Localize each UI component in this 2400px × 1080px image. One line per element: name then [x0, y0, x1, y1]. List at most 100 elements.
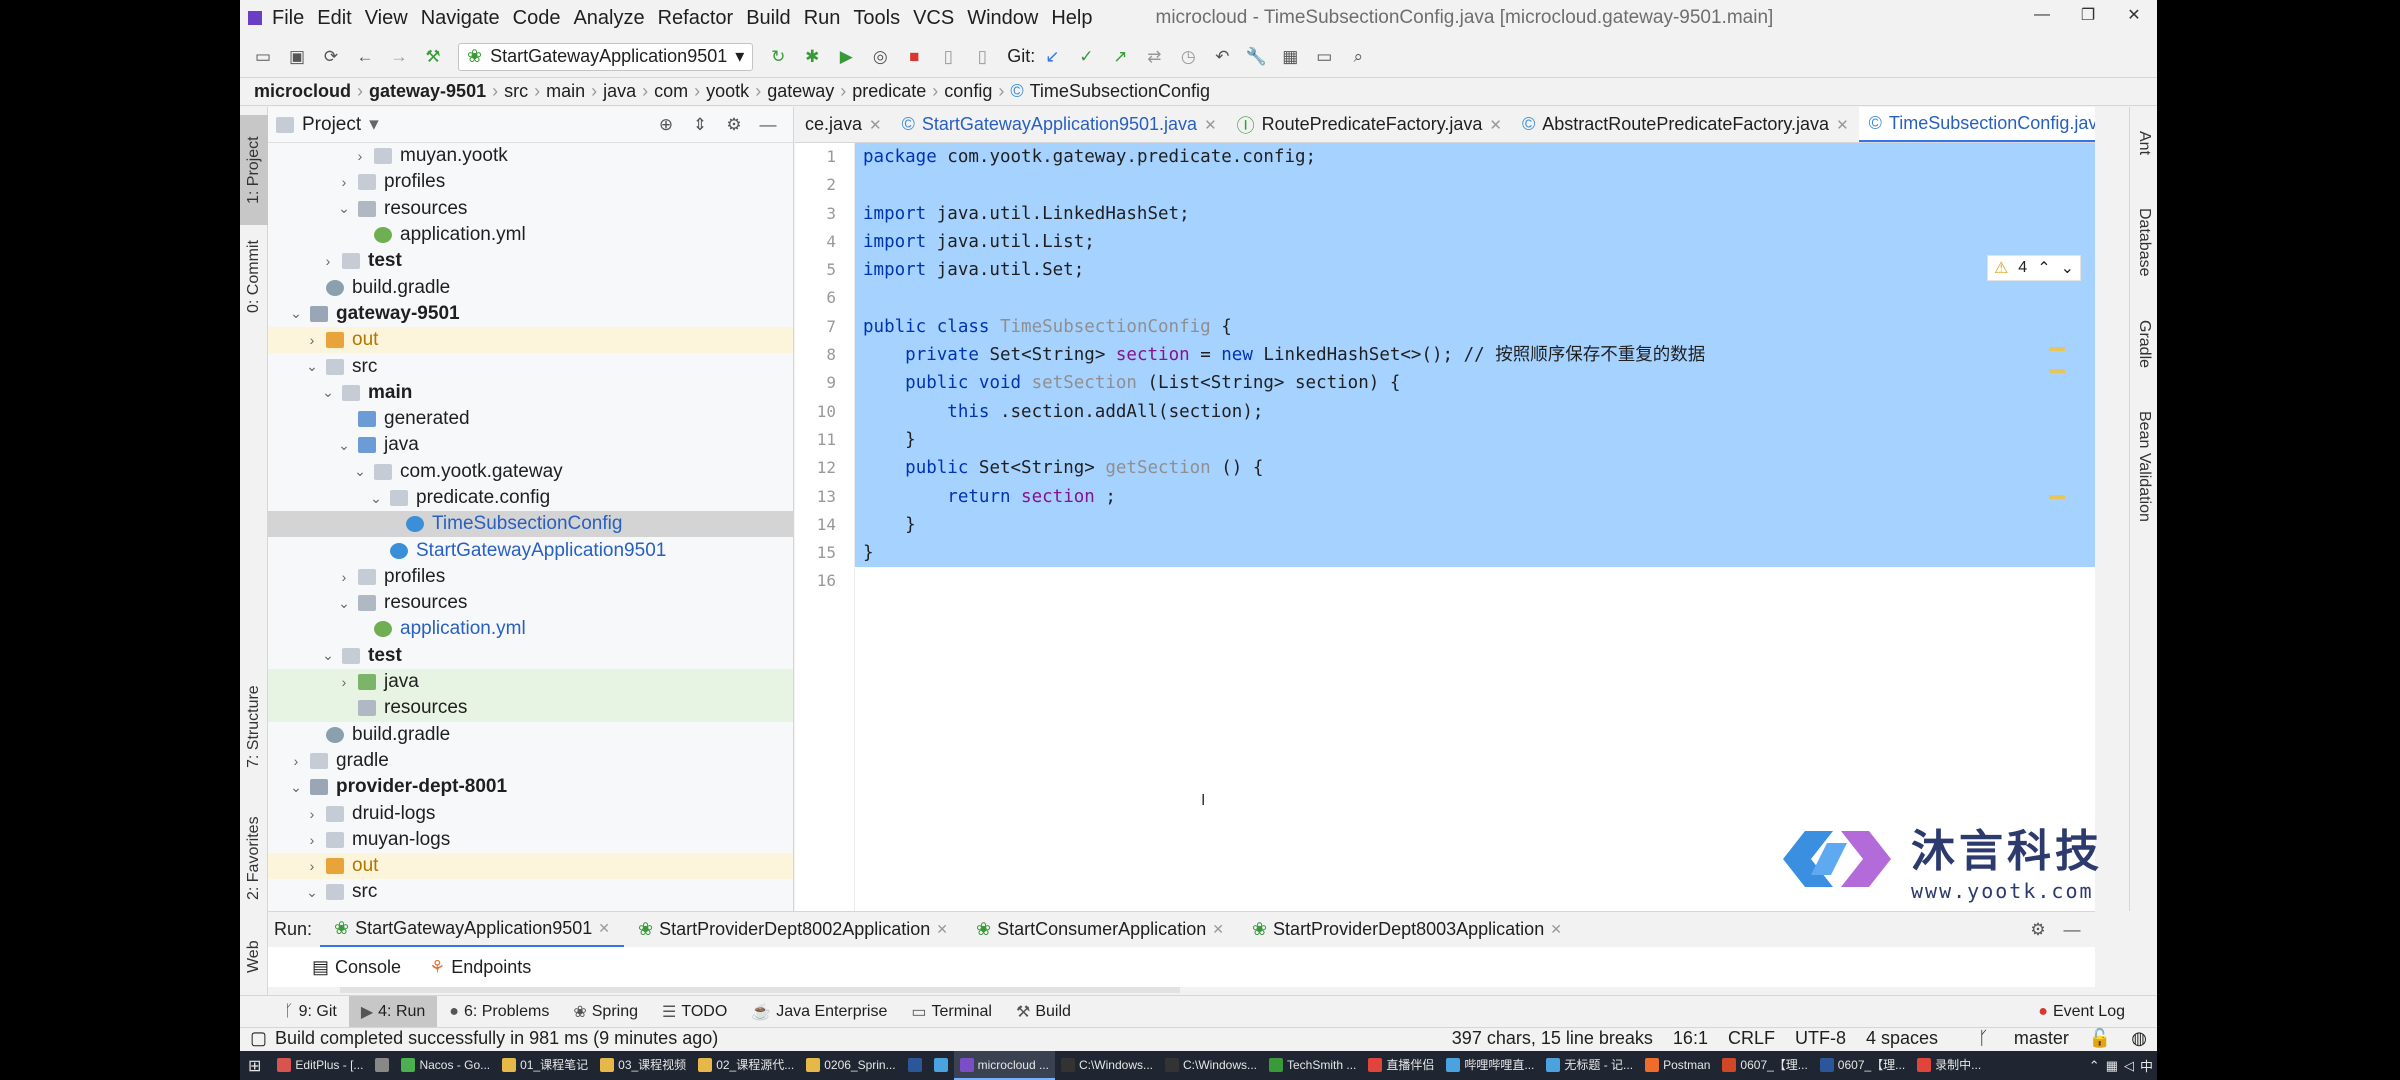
tree-row[interactable]: application.yml: [268, 616, 793, 642]
git-update-icon[interactable]: ↙: [1039, 44, 1065, 70]
breadcrumb-item[interactable]: microcloud: [254, 81, 351, 102]
chevron-right-icon[interactable]: ›: [320, 253, 336, 269]
close-icon[interactable]: ✕: [869, 116, 882, 134]
taskbar-app[interactable]: C:\Windows...: [1159, 1051, 1263, 1080]
chevron-down-icon[interactable]: ▾: [369, 113, 379, 136]
editor-tab[interactable]: © AbstractRoutePredicateFactory.java ✕: [1512, 107, 1859, 142]
menu-item-help[interactable]: Help: [1051, 7, 1092, 30]
git-compare-icon[interactable]: ⇄: [1141, 44, 1167, 70]
taskbar-app[interactable]: EditPlus - [...: [271, 1051, 369, 1080]
menu-item-refactor[interactable]: Refactor: [658, 7, 734, 30]
editor-tab[interactable]: Ⓘ RoutePredicateFactory.java ✕: [1227, 107, 1512, 142]
gear-icon[interactable]: ⚙: [2025, 917, 2051, 943]
run-configuration-select[interactable]: ❀ StartGatewayApplication9501 ▾: [458, 42, 754, 71]
lock-icon[interactable]: 🔓: [2089, 1028, 2111, 1049]
taskbar-app[interactable]: [902, 1051, 928, 1080]
tree-row[interactable]: › out: [268, 853, 793, 880]
settings-wrench-icon[interactable]: 🔧: [1243, 44, 1269, 70]
tool-window-button[interactable]: ᚴ 9: Git: [272, 996, 349, 1028]
tree-row[interactable]: › gradle: [268, 748, 793, 774]
line-separator[interactable]: CRLF: [1728, 1028, 1775, 1049]
menu-item-tools[interactable]: Tools: [853, 7, 900, 30]
tree-row[interactable]: › out: [268, 327, 793, 354]
editor-tab[interactable]: ce.java ✕: [795, 107, 892, 142]
tool-window-button[interactable]: ☕ Java Enterprise: [739, 996, 899, 1028]
chevron-right-icon[interactable]: ›: [304, 832, 320, 848]
tree-row[interactable]: resources: [268, 695, 793, 722]
chevron-down-icon[interactable]: ⌄: [368, 490, 384, 507]
tab-favorites[interactable]: 2: Favorites: [240, 803, 268, 913]
taskbar-app[interactable]: 03_课程视频: [594, 1051, 692, 1080]
breadcrumb-item[interactable]: gateway-9501: [369, 81, 486, 102]
breadcrumb-item[interactable]: predicate: [852, 81, 926, 102]
taskbar-app[interactable]: 直播伴侣: [1362, 1051, 1440, 1080]
taskbar-app[interactable]: microcloud ...: [953, 1051, 1055, 1080]
taskbar-app[interactable]: 02_课程源代...: [692, 1051, 800, 1080]
tree-row[interactable]: ⌄ resources: [268, 590, 793, 616]
chevron-right-icon[interactable]: ›: [288, 753, 304, 769]
stop-icon[interactable]: ■: [901, 44, 927, 70]
ime-icon[interactable]: 中: [2140, 1056, 2153, 1075]
tab-gradle[interactable]: Gradle: [2130, 299, 2157, 389]
maximize-icon[interactable]: ❐: [2065, 0, 2111, 30]
tree-row[interactable]: ⌄ provider-dept-8001: [268, 774, 793, 800]
git-push-icon[interactable]: ↗: [1107, 44, 1133, 70]
tree-row[interactable]: TimeSubsectionConfig: [268, 511, 793, 538]
chevron-right-icon[interactable]: ›: [336, 174, 352, 190]
menu-item-file[interactable]: File: [272, 7, 304, 30]
status-message[interactable]: Build completed successfully in 981 ms (…: [275, 1028, 718, 1049]
taskbar-app[interactable]: 0607_【理...: [1814, 1051, 1911, 1080]
code-area[interactable]: package com.yootk.gateway.predicate.conf…: [855, 143, 2095, 911]
tree-row[interactable]: generated: [268, 406, 793, 432]
chevron-down-icon[interactable]: ⌄: [288, 779, 304, 796]
tree-row[interactable]: › muyan.yootk: [268, 143, 793, 169]
warning-stripe[interactable]: [2049, 347, 2065, 351]
memory-icon[interactable]: ◍: [2131, 1028, 2147, 1049]
file-encoding[interactable]: UTF-8: [1795, 1028, 1846, 1049]
taskbar-app[interactable]: 哔哩哔哩直...: [1440, 1051, 1540, 1080]
menu-item-window[interactable]: Window: [967, 7, 1038, 30]
tree-row[interactable]: build.gradle: [268, 274, 793, 300]
close-icon[interactable]: ✕: [1204, 116, 1217, 134]
taskbar-app[interactable]: [369, 1051, 395, 1080]
menu-item-navigate[interactable]: Navigate: [421, 7, 500, 30]
git-rollback-icon[interactable]: ↶: [1209, 44, 1235, 70]
start-icon[interactable]: ⊞: [248, 1056, 261, 1076]
tree-row[interactable]: › test: [268, 248, 793, 274]
breadcrumb-item[interactable]: src: [504, 81, 528, 102]
sync-icon[interactable]: ⟳: [318, 44, 344, 70]
git-commit-icon[interactable]: ✓: [1073, 44, 1099, 70]
tool-window-button[interactable]: ❀ Spring: [561, 996, 650, 1028]
tree-row[interactable]: StartGatewayApplication9501: [268, 537, 793, 563]
taskbar-app[interactable]: 0206_Sprin...: [800, 1051, 901, 1080]
taskbar-app[interactable]: Nacos - Go...: [395, 1051, 496, 1080]
tree-row[interactable]: › java: [268, 668, 793, 696]
chevron-down-icon[interactable]: ⌄: [304, 358, 320, 375]
status-toggle-icon[interactable]: ▢: [250, 1028, 267, 1049]
close-icon[interactable]: ✕: [1212, 921, 1224, 938]
breadcrumb-item[interactable]: yootk: [706, 81, 749, 102]
menu-item-run[interactable]: Run: [804, 7, 841, 30]
taskbar-app[interactable]: 无标题 - 记...: [1540, 1051, 1639, 1080]
breadcrumb-item[interactable]: config: [944, 81, 992, 102]
search-icon[interactable]: ⌕: [1345, 44, 1371, 70]
locate-icon[interactable]: ⊕: [653, 112, 679, 138]
tab-endpoints[interactable]: ⚘ Endpoints: [415, 949, 545, 985]
run-tab[interactable]: ❀ StartGatewayApplication9501 ✕: [320, 912, 625, 948]
close-icon[interactable]: ✕: [598, 920, 610, 937]
tab-console[interactable]: ▤ Console: [298, 949, 415, 985]
close-icon[interactable]: ✕: [1836, 116, 1849, 134]
project-title[interactable]: Project: [302, 114, 361, 136]
breadcrumb-item[interactable]: com: [654, 81, 688, 102]
tree-row[interactable]: ⌄ java: [268, 432, 793, 458]
back-icon[interactable]: ←: [352, 44, 378, 70]
taskbar-app[interactable]: 0607_【理...: [1716, 1051, 1813, 1080]
project-structure-icon[interactable]: ▦: [1277, 44, 1303, 70]
tree-row[interactable]: › profiles: [268, 169, 793, 195]
chevron-down-icon[interactable]: ⌄: [304, 884, 320, 901]
close-icon[interactable]: ✕: [1489, 116, 1502, 134]
chevron-down-icon[interactable]: ⌄: [336, 595, 352, 612]
tab-ant[interactable]: Ant: [2130, 115, 2157, 171]
chevron-down-icon[interactable]: ⌄: [288, 305, 304, 322]
tree-row[interactable]: ⌄ src: [268, 879, 793, 905]
